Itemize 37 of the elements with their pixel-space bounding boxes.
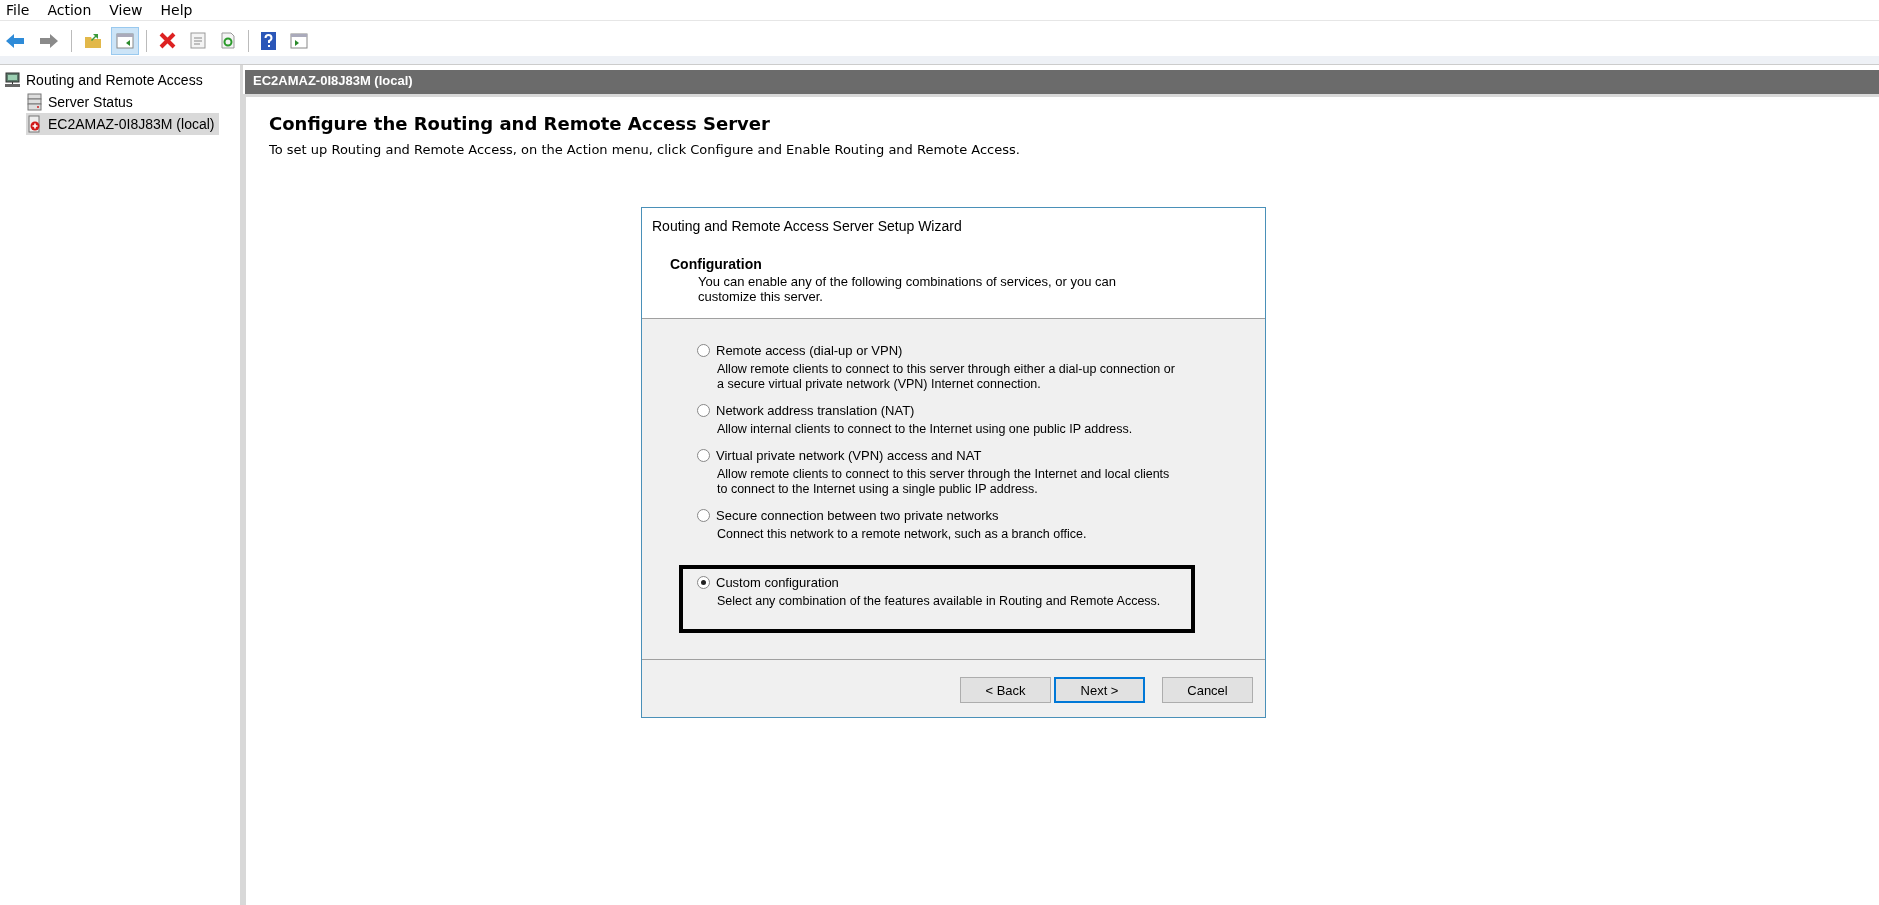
server-icon <box>26 115 43 133</box>
tree-item[interactable]: EC2AMAZ-0I8J83M (local) <box>26 113 219 135</box>
help-icon[interactable] <box>261 31 276 50</box>
menu-item[interactable]: Help <box>158 2 203 18</box>
folder-up-icon[interactable] <box>84 32 102 49</box>
pane-icon[interactable] <box>116 32 134 49</box>
section-heading: Configuration <box>670 256 763 272</box>
option-description: Allow remote clients to connect to this server through the Internet and local clients to connect to the Internet using a single public IP address. <box>717 467 1171 497</box>
radio-option[interactable]: Remote access (dial-up or VPN) <box>697 343 903 358</box>
refresh-icon[interactable] <box>220 32 236 49</box>
option-description: Allow internal clients to connect to the Internet using one public IP address. <box>717 422 1134 437</box>
pane-icon[interactable] <box>290 32 308 49</box>
radio-option[interactable]: Secure connection between two private networks <box>697 508 999 523</box>
section-description: You can enable any of the following combinations of services, or you can customize this server. <box>698 274 1117 304</box>
radio-option[interactable]: Virtual private network (VPN) access and NAT <box>697 448 982 463</box>
delete-icon[interactable] <box>159 32 176 49</box>
radio-option[interactable]: Custom configuration <box>697 575 839 590</box>
radio-option[interactable]: Network address translation (NAT) <box>697 403 915 418</box>
option-description: Allow remote clients to connect to this server through either a dial-up connection or a secure virtual private network (VPN) Internet connection. <box>717 362 1176 392</box>
dialog-button[interactable]: Cancel <box>1162 677 1253 703</box>
server-stack-icon <box>26 93 43 111</box>
header-bar: EC2AMAZ-0I8J83M (local) <box>243 70 1879 94</box>
tree-item[interactable]: Routing and Remote Access <box>4 69 207 91</box>
forward-arrow-icon[interactable] <box>39 32 59 49</box>
back-arrow-icon[interactable] <box>5 32 25 49</box>
dialog-button[interactable]: < Back <box>960 677 1051 703</box>
wizard-title: Routing and Remote Access Server Setup Wizard <box>652 218 963 234</box>
menu-item[interactable]: Action <box>45 2 102 18</box>
dialog-button[interactable]: Next > <box>1054 677 1145 703</box>
computer-icon <box>4 71 21 89</box>
menu-item[interactable]: View <box>107 2 153 18</box>
option-description: Connect this network to a remote network, such as a branch office. <box>717 527 1088 542</box>
page-description: To set up Routing and Remote Access, on the Action menu, click Configure and Enable Routing and Remote Access. <box>269 142 1021 157</box>
tree-item[interactable]: Server Status <box>26 91 137 113</box>
page-title: Configure the Routing and Remote Access Server <box>269 113 771 134</box>
menu-item[interactable]: File <box>4 2 40 18</box>
option-description: Select any combination of the features available in Routing and Remote Access. <box>717 594 1162 609</box>
